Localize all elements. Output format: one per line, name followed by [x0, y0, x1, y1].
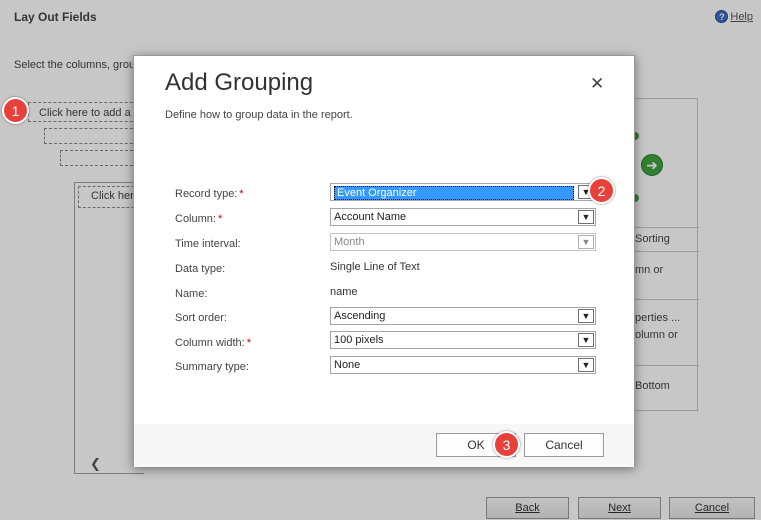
data-type-label: Data type:: [175, 263, 226, 275]
add-grouping-dialog: Add Grouping ✕ Define how to group data …: [133, 55, 635, 467]
step-badge-3: 3: [493, 431, 520, 458]
chevron-down-icon-5[interactable]: ▼: [578, 333, 594, 347]
cancel-button[interactable]: Cancel: [524, 433, 604, 457]
step-badge-2: 2: [588, 177, 615, 204]
record-type-label-text: Record type:: [175, 188, 238, 200]
record-type-value: Event Organizer: [334, 186, 574, 200]
time-interval-value: Month: [334, 236, 365, 248]
data-type-value: Single Line of Text: [330, 261, 420, 273]
chevron-down-icon-2[interactable]: ▼: [578, 210, 594, 224]
column-width-label: Column width: *: [175, 337, 251, 349]
name-label: Name:: [175, 288, 208, 300]
name-value: name: [330, 286, 358, 298]
column-select[interactable]: Account Name ▼: [330, 208, 596, 226]
record-type-select[interactable]: Event Organizer ▼: [330, 183, 596, 201]
time-interval-label: Time interval:: [175, 238, 241, 250]
column-label: Column: *: [175, 213, 222, 225]
record-type-label: Record type: *: [175, 188, 244, 200]
summary-type-select[interactable]: None ▼: [330, 356, 596, 374]
close-icon[interactable]: ✕: [590, 74, 604, 94]
dialog-title: Add Grouping: [165, 69, 314, 96]
summary-type-value: None: [334, 359, 361, 371]
sort-order-value: Ascending: [334, 310, 386, 322]
chevron-down-icon-3: ▼: [578, 235, 594, 249]
required-marker: *: [239, 188, 244, 200]
step-badge-1: 1: [2, 97, 29, 124]
column-width-select[interactable]: 100 pixels ▼: [330, 331, 596, 349]
chevron-down-icon-4[interactable]: ▼: [578, 309, 594, 323]
column-value: Account Name: [334, 211, 407, 223]
column-width-label-text: Column width:: [175, 337, 245, 349]
column-width-value: 100 pixels: [334, 334, 384, 346]
required-marker-2: *: [217, 213, 223, 225]
sort-order-label: Sort order:: [175, 312, 227, 324]
summary-type-label: Summary type:: [175, 361, 249, 373]
column-label-text: Column:: [175, 213, 216, 225]
dialog-subtitle: Define how to group data in the report.: [165, 109, 353, 121]
required-marker-3: *: [246, 337, 251, 349]
sort-order-select[interactable]: Ascending ▼: [330, 307, 596, 325]
chevron-down-icon-6[interactable]: ▼: [578, 358, 594, 372]
time-interval-select: Month ▼: [330, 233, 596, 251]
